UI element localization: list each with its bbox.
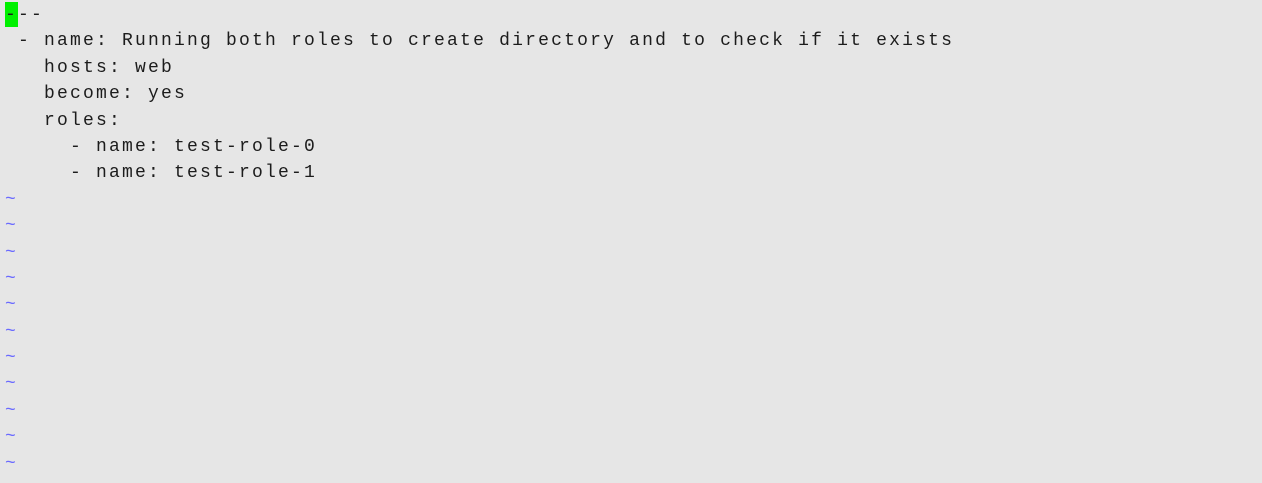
cursor-char: - [5,5,16,25]
code-line: roles: [5,110,123,131]
tilde-marker: ~ [5,295,19,316]
code-line: - name: test-role-0 [5,136,318,157]
code-line: hosts: web [5,57,175,78]
code-line: - name: Running both roles to create dir… [5,31,955,52]
tilde-marker: ~ [5,321,19,342]
tilde-marker: ~ [5,374,19,395]
tilde-marker: ~ [5,268,19,289]
tilde-marker: ~ [5,453,19,474]
empty-line-markers: ~ ~ ~ ~ ~ ~ ~ ~ ~ ~ ~ [5,187,954,477]
tilde-marker: ~ [5,216,19,237]
tilde-marker: ~ [5,242,19,263]
code-line: become: yes [5,84,188,105]
vim-editor-buffer[interactable]: - -- - name: Running both roles to create… [5,2,954,477]
tilde-marker: ~ [5,189,19,210]
text-cursor: - [5,2,18,27]
tilde-marker: ~ [5,427,19,448]
code-line: - -- [5,2,954,28]
tilde-marker: ~ [5,348,19,369]
code-line: - name: test-role-1 [5,163,318,184]
tilde-marker: ~ [5,400,19,421]
yaml-doc-start: -- [18,5,45,25]
